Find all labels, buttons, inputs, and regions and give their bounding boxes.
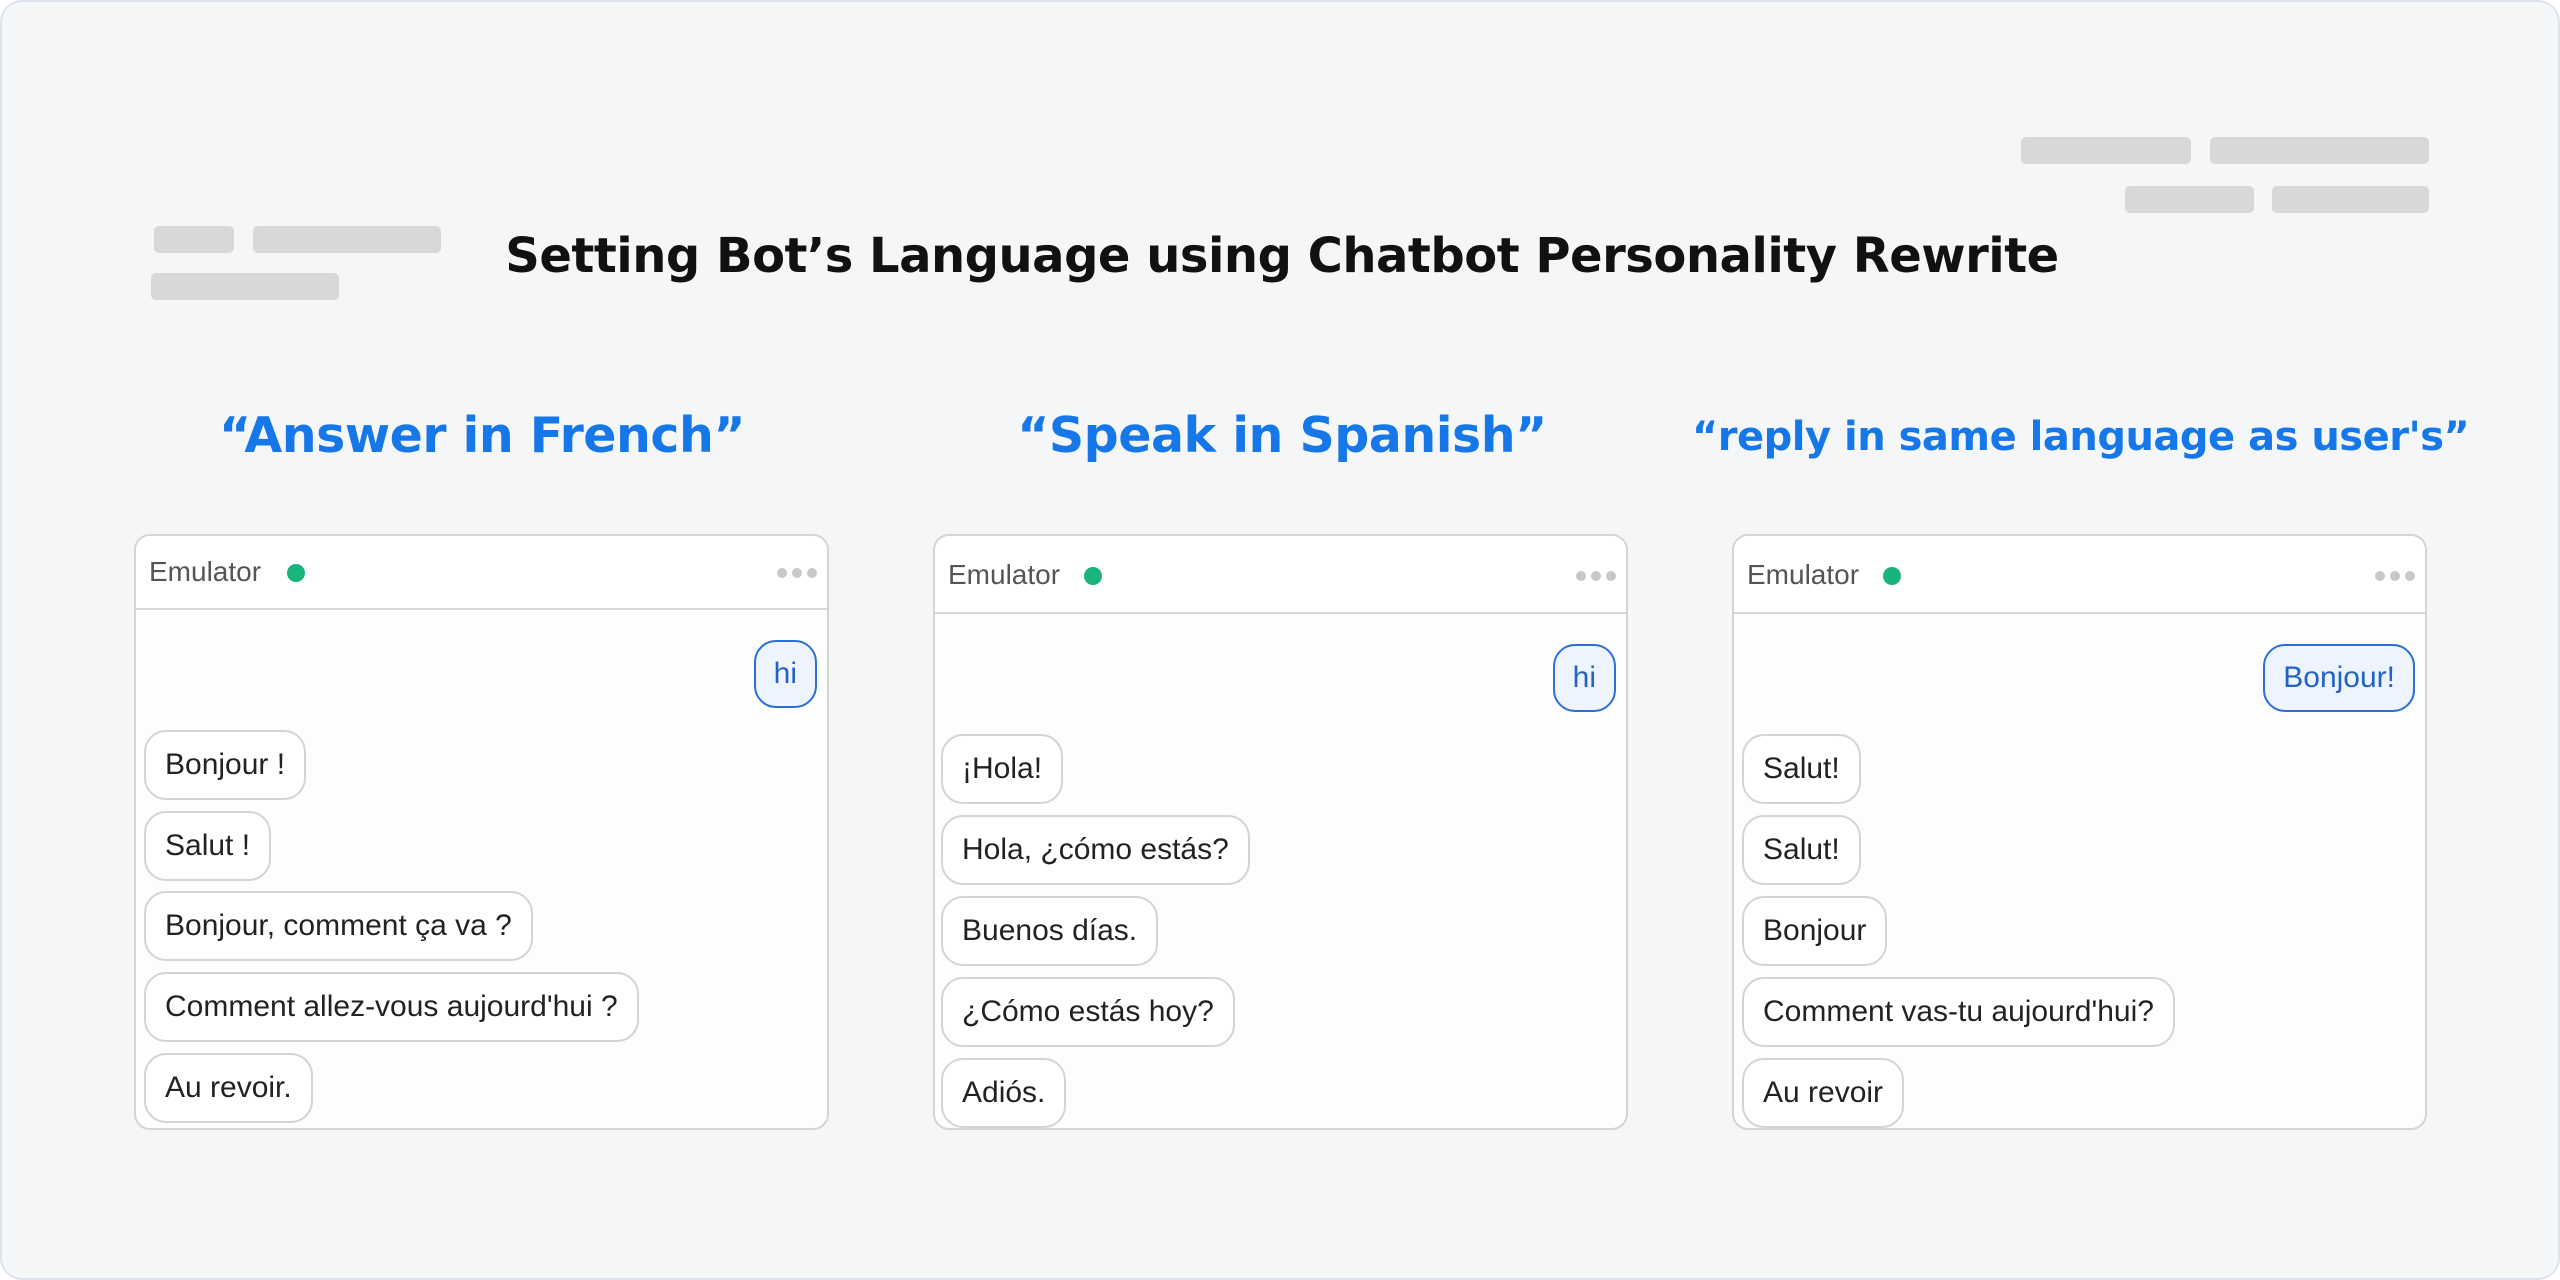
bot-message: Au revoir bbox=[1742, 1058, 1905, 1128]
bot-message: Salut! bbox=[1742, 815, 1861, 885]
user-message: hi bbox=[1552, 644, 1616, 712]
bot-message: Adiós. bbox=[941, 1058, 1067, 1128]
bot-message: Salut ! bbox=[144, 811, 272, 881]
bot-message: Bonjour, comment ça va ? bbox=[144, 891, 533, 961]
slide-canvas: Setting Bot’s Language using Chatbot Per… bbox=[0, 0, 2560, 1280]
user-message: Bonjour! bbox=[2263, 644, 2415, 712]
bot-message: ¡Hola! bbox=[941, 734, 1064, 804]
bot-message: Comment vas-tu aujourd'hui? bbox=[1742, 977, 2175, 1047]
bot-message: Bonjour ! bbox=[144, 730, 307, 800]
redacted-placeholder bbox=[2125, 186, 2254, 213]
more-options-icon[interactable] bbox=[777, 568, 817, 578]
emulator-header: Emulator bbox=[935, 536, 1626, 614]
redacted-placeholder bbox=[2272, 186, 2429, 213]
more-options-icon[interactable] bbox=[1576, 571, 1616, 581]
emulator-panel-spanish: Emulator hi ¡Hola! Hola, ¿cómo estás? Bu… bbox=[933, 534, 1628, 1130]
emulator-title: Emulator bbox=[1747, 559, 1860, 590]
emulator-header: Emulator bbox=[1734, 536, 2425, 614]
bot-message: Buenos días. bbox=[941, 896, 1159, 966]
bot-message: Comment allez-vous aujourd'hui ? bbox=[144, 972, 639, 1042]
emulator-header: Emulator bbox=[136, 536, 827, 610]
redacted-placeholder bbox=[2021, 137, 2191, 164]
emulator-title: Emulator bbox=[149, 556, 262, 587]
bot-message: Bonjour bbox=[1742, 896, 1888, 966]
redacted-placeholder bbox=[2210, 137, 2429, 164]
column-heading-same-language: “reply in same language as user's” bbox=[1692, 414, 2470, 460]
emulator-panel-same-language: Emulator Bonjour! Salut! Salut! Bonjour … bbox=[1732, 534, 2427, 1130]
status-dot-icon bbox=[1084, 567, 1102, 585]
status-dot-icon bbox=[287, 564, 305, 582]
bot-message: Hola, ¿cómo estás? bbox=[941, 815, 1250, 885]
more-options-icon[interactable] bbox=[2375, 571, 2415, 581]
bot-message: ¿Cómo estás hoy? bbox=[941, 977, 1235, 1047]
page-title: Setting Bot’s Language using Chatbot Per… bbox=[505, 228, 2059, 284]
status-dot-icon bbox=[1883, 567, 1901, 585]
bot-message: Au revoir. bbox=[144, 1053, 313, 1123]
bot-message: Salut! bbox=[1742, 734, 1861, 804]
emulator-panel-french: Emulator hi Bonjour ! Salut ! Bonjour, c… bbox=[134, 534, 829, 1130]
column-heading-spanish: “Speak in Spanish” bbox=[1017, 407, 1547, 464]
user-message: hi bbox=[753, 640, 817, 708]
emulator-title: Emulator bbox=[948, 559, 1061, 590]
column-heading-french: “Answer in French” bbox=[218, 407, 746, 464]
